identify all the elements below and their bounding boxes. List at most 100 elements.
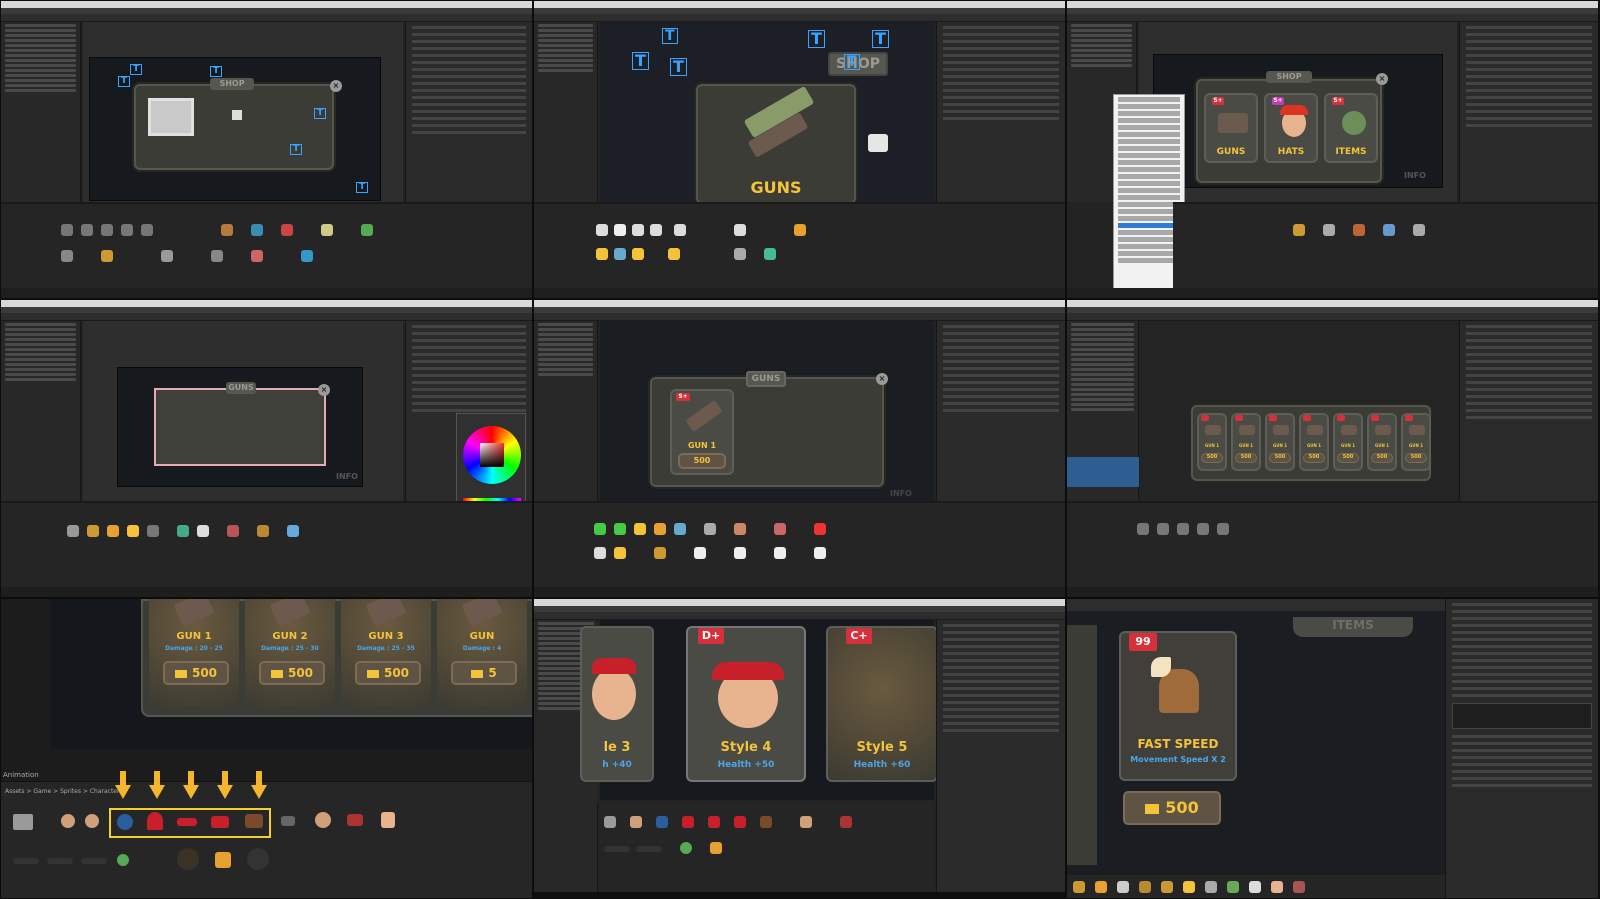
folder-icon[interactable] — [141, 224, 153, 236]
inspector-panel[interactable] — [1459, 22, 1598, 202]
gun-card[interactable]: GUN 1 500 — [1231, 413, 1261, 471]
hat-asset-icon[interactable] — [734, 816, 746, 828]
buy-button[interactable]: 500 — [259, 661, 325, 685]
toolbar[interactable] — [534, 14, 1065, 22]
sprite-asset-icon[interactable] — [1227, 881, 1239, 893]
sprite-asset-icon[interactable] — [67, 525, 79, 537]
gun-card[interactable]: S+ GUN 1 500 — [670, 389, 734, 475]
text-gizmo-icon[interactable]: T — [632, 52, 649, 70]
sprite-asset-icon[interactable] — [215, 852, 231, 868]
text-gizmo-icon[interactable]: T — [808, 30, 825, 48]
joystick-asset-icon[interactable] — [177, 848, 199, 870]
hat-asset-icon[interactable] — [245, 814, 263, 828]
inspector-panel[interactable] — [1459, 321, 1598, 501]
buy-button[interactable]: 500 — [678, 453, 726, 469]
star-icon[interactable] — [632, 248, 644, 260]
inspector-panel[interactable] — [936, 321, 1065, 501]
sprite-asset-icon[interactable] — [361, 224, 373, 236]
sprite-asset-icon[interactable] — [227, 525, 239, 537]
close-icon[interactable]: × — [330, 80, 342, 92]
heart-icon[interactable] — [814, 523, 826, 535]
plus-icon[interactable] — [694, 547, 706, 559]
hat-asset-icon[interactable] — [760, 816, 772, 828]
scene-view[interactable]: GUNS × INFO — [83, 321, 403, 501]
project-panel[interactable] — [1067, 875, 1445, 898]
check-icon[interactable] — [594, 523, 606, 535]
sprite-asset-icon[interactable] — [1139, 881, 1151, 893]
face-asset-icon[interactable] — [85, 814, 99, 828]
sprite-asset-icon[interactable] — [301, 250, 313, 262]
folder-icon[interactable] — [13, 814, 33, 830]
buy-button[interactable]: 500 — [1235, 453, 1257, 463]
sprite-asset-icon[interactable] — [1183, 881, 1195, 893]
sprite-asset-icon[interactable] — [147, 525, 159, 537]
sprite-asset-icon[interactable] — [704, 523, 716, 535]
sprite-asset-icon[interactable] — [1137, 523, 1149, 535]
hat-asset-icon[interactable] — [147, 812, 163, 830]
toolbar[interactable] — [534, 612, 1065, 620]
sprite-asset-icon[interactable] — [13, 858, 39, 864]
project-panel[interactable] — [1, 501, 532, 587]
text-gizmo-icon[interactable]: T — [662, 28, 678, 44]
sprite-asset-icon[interactable] — [654, 547, 666, 559]
style-card[interactable]: le 3 h +40 — [580, 626, 654, 782]
close-icon[interactable]: × — [1376, 73, 1388, 85]
sprite-asset-icon[interactable] — [654, 523, 666, 535]
sprite-asset-icon[interactable] — [1197, 523, 1209, 535]
sprite-asset-icon[interactable] — [774, 523, 786, 535]
sprite-asset-icon[interactable] — [604, 846, 630, 852]
gun-card[interactable]: GUN 1 500 — [1333, 413, 1363, 471]
text-gizmo-icon[interactable]: T — [844, 54, 860, 70]
sprite-asset-icon[interactable] — [764, 248, 776, 260]
toolbar[interactable] — [1, 14, 532, 22]
inspector-panel[interactable] — [936, 22, 1065, 202]
inspector-panel[interactable] — [1445, 599, 1598, 898]
sprite-asset-icon[interactable] — [674, 224, 686, 236]
buy-button[interactable]: 500 — [1405, 453, 1427, 463]
sprite-asset-icon[interactable] — [47, 858, 73, 864]
project-panel[interactable] — [1173, 202, 1598, 288]
gun-card[interactable]: GUN 1 Damage : 20 - 25 500 — [149, 599, 239, 707]
sprite-asset-icon[interactable] — [347, 814, 363, 826]
refresh-icon[interactable] — [211, 250, 223, 262]
sprite-asset-icon[interactable] — [321, 224, 333, 236]
scene-view[interactable]: le 3 h +40 D+ Style 4 Health +50 C+ Styl… — [580, 620, 938, 800]
buy-button[interactable]: 500 — [163, 661, 229, 685]
folder-icon[interactable] — [101, 224, 113, 236]
close-icon[interactable]: × — [318, 384, 330, 396]
sprite-asset-icon[interactable] — [281, 224, 293, 236]
hat-asset-icon[interactable] — [211, 816, 229, 828]
sprite-asset-icon[interactable] — [101, 250, 113, 262]
text-gizmo-icon[interactable]: T — [872, 30, 889, 48]
sprite-asset-icon[interactable] — [636, 846, 662, 852]
folder-icon[interactable] — [121, 224, 133, 236]
star-icon[interactable] — [614, 547, 626, 559]
sprite-asset-icon[interactable] — [251, 250, 263, 262]
hierarchy-panel[interactable] — [1, 321, 81, 501]
saturation-square[interactable] — [480, 443, 504, 467]
text-gizmo-icon[interactable]: T — [130, 64, 143, 75]
sprite-asset-icon[interactable] — [281, 816, 295, 826]
toolbar[interactable] — [1067, 14, 1598, 22]
hat-asset-icon[interactable] — [656, 816, 668, 828]
sprite-asset-icon[interactable] — [287, 525, 299, 537]
toolbar[interactable] — [1, 313, 532, 321]
close-icon[interactable]: × — [876, 373, 888, 385]
face-asset-icon[interactable] — [315, 812, 331, 828]
text-gizmo-icon[interactable]: T — [356, 182, 369, 193]
item-card[interactable]: 99 FAST SPEED Movement Speed X 2 — [1119, 631, 1237, 781]
scene-view[interactable]: ITEMS 99 FAST SPEED Movement Speed X 2 5… — [1067, 611, 1445, 875]
sprite-asset-icon[interactable] — [840, 816, 852, 828]
hat-asset-icon[interactable] — [117, 814, 133, 830]
hat-asset-icon[interactable] — [682, 816, 694, 828]
sprite-asset-icon[interactable] — [221, 224, 233, 236]
text-gizmo-icon[interactable]: T — [314, 108, 327, 119]
alert-icon[interactable] — [614, 224, 626, 236]
gun-card[interactable]: GUN 1 500 — [1197, 413, 1227, 471]
buy-button[interactable]: 500 — [355, 661, 421, 685]
face-asset-icon[interactable] — [800, 816, 812, 828]
sprite-asset-icon[interactable] — [710, 842, 722, 854]
text-input-area[interactable] — [1452, 703, 1592, 729]
scene-view[interactable]: GUN 1 500 GUN 1 500 GUN 1 500 GUN 1 500 GUN 1 500… — [1141, 321, 1457, 501]
sprite-asset-icon[interactable] — [1323, 224, 1335, 236]
